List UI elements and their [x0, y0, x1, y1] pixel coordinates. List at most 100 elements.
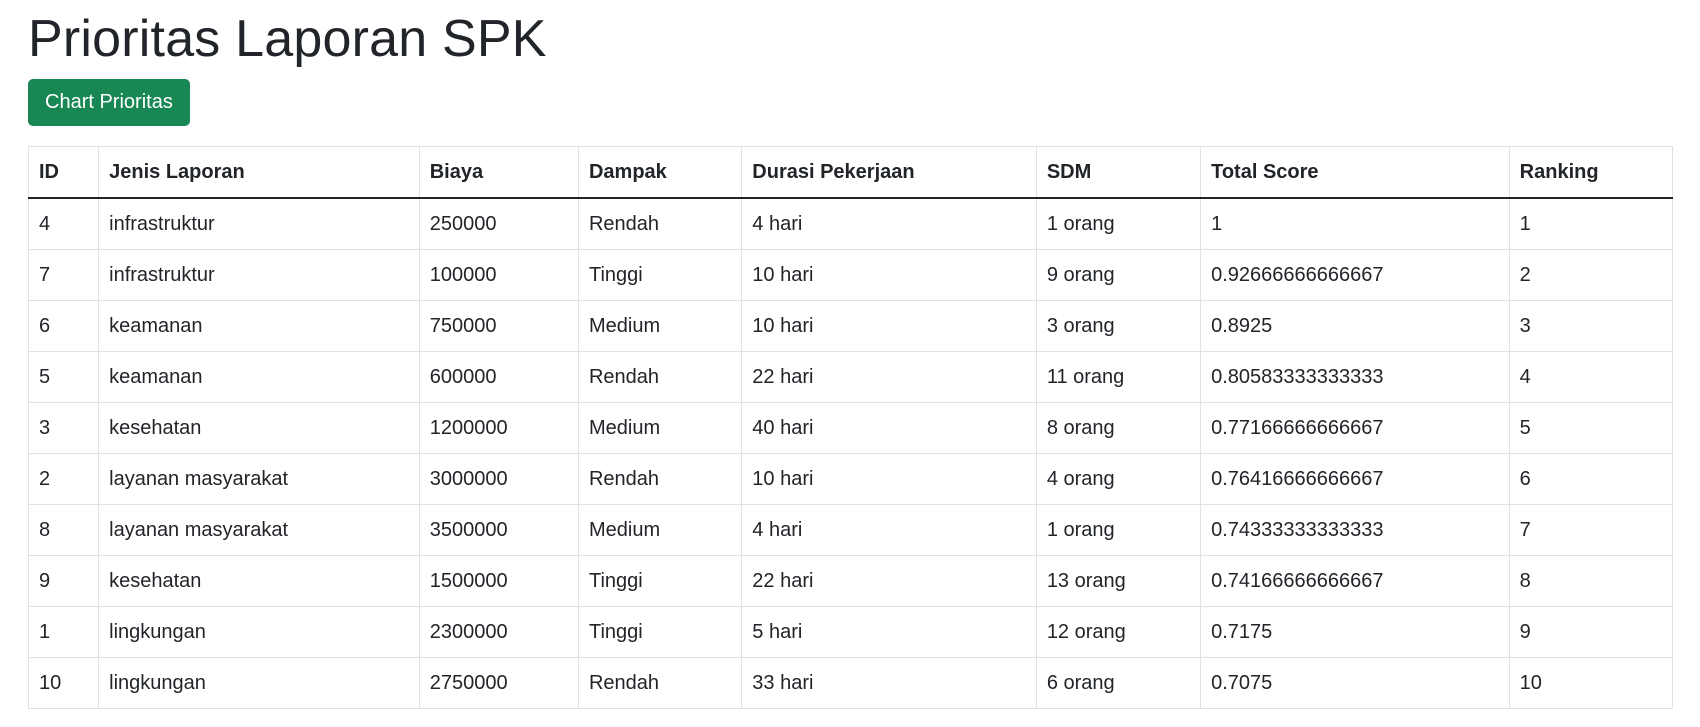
cell-biaya: 2300000 — [418, 606, 579, 658]
cell-jenis-laporan: infrastruktur — [98, 197, 420, 250]
cell-jenis-laporan: layanan masyarakat — [98, 453, 420, 505]
cell-jenis-laporan: infrastruktur — [98, 249, 420, 301]
cell-ranking: 5 — [1508, 402, 1674, 454]
cell-sdm: 11 orang — [1035, 351, 1202, 403]
cell-dampak: Medium — [577, 402, 743, 454]
cell-sdm: 12 orang — [1035, 606, 1202, 658]
cell-total-score: 0.7175 — [1200, 606, 1510, 658]
table-row: 1 lingkungan 2300000 Tinggi 5 hari 12 orang 0.… — [27, 606, 1674, 658]
cell-total-score: 0.76416666666667 — [1200, 453, 1510, 505]
cell-jenis-laporan: kesehatan — [98, 402, 420, 454]
cell-dampak: Medium — [577, 504, 743, 556]
table-body: 4 infrastruktur 250000 Rendah 4 hari 1 orang 1… — [27, 197, 1674, 709]
cell-dampak: Medium — [577, 300, 743, 352]
cell-id: 10 — [27, 657, 100, 709]
cell-biaya: 3000000 — [418, 453, 579, 505]
table-header-row: ID Jenis Laporan Biaya Dampak Durasi Pek… — [27, 146, 1674, 199]
cell-id: 7 — [27, 249, 100, 301]
cell-total-score: 1 — [1200, 197, 1510, 250]
table-row: 6 keamanan 750000 Medium 10 hari 3 orang 0.892… — [27, 300, 1674, 352]
cell-dampak: Tinggi — [577, 555, 743, 607]
cell-sdm: 3 orang — [1035, 300, 1202, 352]
table-row: 8 layanan masyarakat 3500000 Medium 4 hari 1 … — [27, 504, 1674, 556]
cell-id: 9 — [27, 555, 100, 607]
col-header-biaya[interactable]: Biaya — [418, 146, 579, 199]
cell-ranking: 8 — [1508, 555, 1674, 607]
page-container: Prioritas Laporan SPK Chart Prioritas ID… — [0, 0, 1674, 709]
cell-dampak: Rendah — [577, 657, 743, 709]
page-title: Prioritas Laporan SPK — [28, 10, 547, 68]
cell-id: 3 — [27, 402, 100, 454]
cell-id: 5 — [27, 351, 100, 403]
col-header-sdm[interactable]: SDM — [1035, 146, 1202, 199]
table-row: 2 layanan masyarakat 3000000 Rendah 10 hari 4… — [27, 453, 1674, 505]
chart-prioritas-button[interactable]: Chart Prioritas — [28, 79, 190, 126]
cell-durasi-pekerjaan: 10 hari — [741, 249, 1037, 301]
cell-durasi-pekerjaan: 40 hari — [741, 402, 1037, 454]
priority-report-table: ID Jenis Laporan Biaya Dampak Durasi Pek… — [27, 146, 1674, 709]
cell-total-score: 0.74166666666667 — [1200, 555, 1510, 607]
cell-jenis-laporan: keamanan — [98, 300, 420, 352]
cell-dampak: Rendah — [577, 453, 743, 505]
cell-durasi-pekerjaan: 4 hari — [741, 504, 1037, 556]
cell-sdm: 1 orang — [1035, 197, 1202, 250]
cell-id: 6 — [27, 300, 100, 352]
cell-biaya: 750000 — [418, 300, 579, 352]
col-header-ranking[interactable]: Ranking — [1508, 146, 1674, 199]
cell-durasi-pekerjaan: 10 hari — [741, 453, 1037, 505]
cell-durasi-pekerjaan: 22 hari — [741, 351, 1037, 403]
cell-sdm: 1 orang — [1035, 504, 1202, 556]
cell-ranking: 6 — [1508, 453, 1674, 505]
cell-jenis-laporan: layanan masyarakat — [98, 504, 420, 556]
cell-total-score: 0.92666666666667 — [1200, 249, 1510, 301]
cell-biaya: 100000 — [418, 249, 579, 301]
cell-biaya: 600000 — [418, 351, 579, 403]
cell-jenis-laporan: lingkungan — [98, 657, 420, 709]
table-row: 5 keamanan 600000 Rendah 22 hari 11 orang 0.80… — [27, 351, 1674, 403]
cell-id: 1 — [27, 606, 100, 658]
cell-biaya: 1200000 — [418, 402, 579, 454]
cell-sdm: 6 orang — [1035, 657, 1202, 709]
cell-ranking: 7 — [1508, 504, 1674, 556]
cell-biaya: 2750000 — [418, 657, 579, 709]
col-header-jenis-laporan[interactable]: Jenis Laporan — [98, 146, 420, 199]
cell-dampak: Rendah — [577, 197, 743, 250]
col-header-total-score[interactable]: Total Score — [1200, 146, 1510, 199]
cell-sdm: 13 orang — [1035, 555, 1202, 607]
cell-dampak: Tinggi — [577, 249, 743, 301]
table-row: 4 infrastruktur 250000 Rendah 4 hari 1 orang 1… — [27, 197, 1674, 250]
cell-id: 8 — [27, 504, 100, 556]
cell-durasi-pekerjaan: 10 hari — [741, 300, 1037, 352]
cell-id: 2 — [27, 453, 100, 505]
col-header-durasi-pekerjaan[interactable]: Durasi Pekerjaan — [741, 146, 1037, 199]
col-header-id[interactable]: ID — [27, 146, 100, 199]
cell-durasi-pekerjaan: 22 hari — [741, 555, 1037, 607]
cell-total-score: 0.8925 — [1200, 300, 1510, 352]
cell-total-score: 0.80583333333333 — [1200, 351, 1510, 403]
cell-ranking: 10 — [1508, 657, 1674, 709]
cell-ranking: 2 — [1508, 249, 1674, 301]
cell-dampak: Tinggi — [577, 606, 743, 658]
cell-durasi-pekerjaan: 4 hari — [741, 197, 1037, 250]
cell-total-score: 0.74333333333333 — [1200, 504, 1510, 556]
cell-jenis-laporan: keamanan — [98, 351, 420, 403]
cell-sdm: 4 orang — [1035, 453, 1202, 505]
table-row: 9 kesehatan 1500000 Tinggi 22 hari 13 orang 0.… — [27, 555, 1674, 607]
cell-total-score: 0.7075 — [1200, 657, 1510, 709]
cell-biaya: 1500000 — [418, 555, 579, 607]
cell-jenis-laporan: kesehatan — [98, 555, 420, 607]
cell-durasi-pekerjaan: 5 hari — [741, 606, 1037, 658]
cell-total-score: 0.77166666666667 — [1200, 402, 1510, 454]
cell-dampak: Rendah — [577, 351, 743, 403]
table-row: 7 infrastruktur 100000 Tinggi 10 hari 9 orang… — [27, 249, 1674, 301]
cell-biaya: 250000 — [418, 197, 579, 250]
col-header-dampak[interactable]: Dampak — [577, 146, 743, 199]
table-row: 3 kesehatan 1200000 Medium 40 hari 8 orang 0.7… — [27, 402, 1674, 454]
cell-durasi-pekerjaan: 33 hari — [741, 657, 1037, 709]
cell-ranking: 4 — [1508, 351, 1674, 403]
table-row: 10 lingkungan 2750000 Rendah 33 hari 6 orang 0… — [27, 657, 1674, 709]
cell-id: 4 — [27, 197, 100, 250]
cell-jenis-laporan: lingkungan — [98, 606, 420, 658]
cell-biaya: 3500000 — [418, 504, 579, 556]
cell-ranking: 1 — [1508, 197, 1674, 250]
